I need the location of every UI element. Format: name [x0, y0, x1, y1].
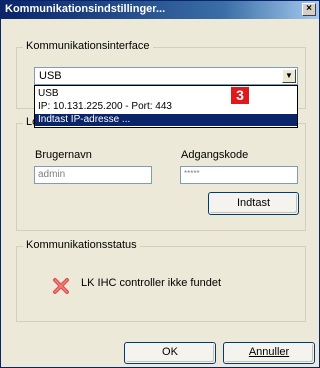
chevron-down-icon: ▼: [285, 71, 293, 80]
status-message: LK IHC controller ikke fundet: [81, 277, 222, 289]
password-label: Adgangskode: [181, 149, 249, 161]
ok-label: OK: [162, 346, 178, 358]
interface-select-value: USB: [39, 70, 62, 82]
username-label: Brugernavn: [35, 149, 92, 161]
username-input[interactable]: admin: [34, 166, 152, 184]
submit-login-label: Indtast: [236, 197, 271, 209]
annotation-badge: 3: [231, 87, 249, 104]
error-x-icon: [53, 278, 69, 294]
status-group-legend: Kommunikationsstatus: [23, 239, 140, 251]
interface-select[interactable]: USB ▼: [34, 67, 298, 85]
interface-dropdown-list: USB IP: 10.131.225.200 - Port: 443 Indta…: [34, 85, 298, 128]
dropdown-option-usb[interactable]: USB: [35, 88, 297, 100]
close-icon: ×: [306, 3, 312, 14]
submit-login-button[interactable]: Indtast: [208, 192, 299, 215]
dialog-window: Kommunikationsindstillinger... × Kommuni…: [0, 0, 320, 368]
interface-group-legend: Kommunikationsinterface: [23, 40, 153, 52]
ok-button[interactable]: OK: [124, 342, 216, 364]
window-title: Kommunikationsindstillinger...: [5, 3, 166, 15]
cancel-button[interactable]: Annuller: [223, 342, 315, 364]
dropdown-option-ip[interactable]: IP: 10.131.225.200 - Port: 443: [35, 101, 297, 113]
password-input[interactable]: *****: [180, 166, 298, 184]
title-bar[interactable]: Kommunikationsindstillinger... ×: [1, 1, 319, 19]
dropdown-option-enter-ip[interactable]: Indtast IP-adresse ...: [35, 114, 297, 126]
dropdown-arrow-button[interactable]: ▼: [282, 69, 296, 83]
close-button[interactable]: ×: [302, 3, 316, 16]
cancel-label: Annuller: [248, 346, 290, 358]
